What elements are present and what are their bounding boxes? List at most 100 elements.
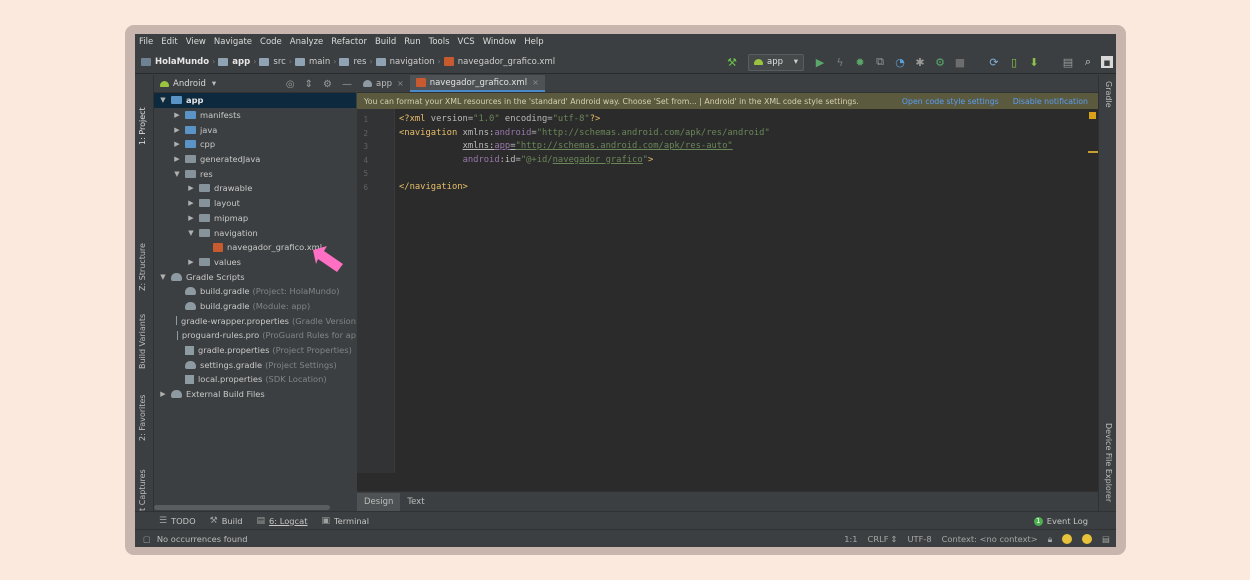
breadcrumb-app[interactable]: app bbox=[232, 57, 250, 67]
context-indicator[interactable]: Context: <no context> bbox=[942, 534, 1038, 544]
code-line-1[interactable]: <?xml version="1.0" encoding="utf-8"?> bbox=[399, 113, 770, 127]
tree-item[interactable]: build.gradle (Project: HolaMundo) bbox=[154, 284, 356, 299]
memory-indicator-icon[interactable]: ▤ bbox=[1102, 534, 1110, 544]
collapsed-arrow-icon[interactable]: ▶ bbox=[172, 140, 182, 148]
tool-structure-tab[interactable]: Z: Structure bbox=[138, 243, 147, 291]
search-icon[interactable]: ⌕ bbox=[1081, 55, 1095, 69]
tab-text[interactable]: Text bbox=[400, 493, 431, 511]
account-icon[interactable]: ▪ bbox=[1101, 56, 1113, 69]
tree-item[interactable]: ▶ cpp bbox=[154, 137, 356, 152]
tab-navegador-grafico[interactable]: navegador_grafico.xml × bbox=[409, 75, 545, 92]
stop-icon[interactable]: ■ bbox=[953, 55, 967, 69]
tab-app[interactable]: app × bbox=[357, 75, 410, 92]
open-code-style-settings-link[interactable]: Open code style settings bbox=[902, 97, 999, 106]
tree-item[interactable]: ▼ app bbox=[154, 93, 356, 108]
code-line-3[interactable]: xmlns:app="http://schemas.android.com/ap… bbox=[399, 140, 770, 154]
menu-run[interactable]: Run bbox=[404, 37, 420, 47]
logcat-tool-button[interactable]: ▤ 6: Logcat bbox=[257, 516, 308, 526]
terminal-tool-button[interactable]: ▣ Terminal bbox=[321, 516, 369, 526]
code-line-6[interactable]: </navigation> bbox=[399, 181, 770, 195]
tree-item[interactable]: ▶ java bbox=[154, 122, 356, 137]
collapsed-arrow-icon[interactable]: ▶ bbox=[186, 184, 196, 192]
collapsed-arrow-icon[interactable]: ▶ bbox=[186, 199, 196, 207]
breadcrumb-navigation[interactable]: navigation bbox=[390, 57, 435, 67]
collapsed-arrow-icon[interactable]: ▶ bbox=[172, 155, 182, 163]
menu-edit[interactable]: Edit bbox=[161, 37, 177, 47]
tool-build-variants-tab[interactable]: Build Variants bbox=[138, 314, 147, 369]
run-configuration-select[interactable]: app ▾ bbox=[748, 53, 804, 71]
breadcrumb-file[interactable]: navegador_grafico.xml bbox=[458, 57, 555, 67]
debug-icon[interactable]: ✹ bbox=[853, 55, 867, 69]
todo-tool-button[interactable]: ☰ TODO bbox=[159, 516, 196, 526]
coverage-icon[interactable]: ✱ bbox=[913, 55, 927, 69]
panel-toggle-icon[interactable]: ▢ bbox=[143, 534, 151, 544]
sync-gradle-icon[interactable]: ⟳ bbox=[987, 55, 1001, 69]
build-tool-button[interactable]: ⚒ Build bbox=[210, 516, 243, 526]
lock-icon[interactable]: 🔒︎ bbox=[1048, 534, 1052, 545]
file-encoding[interactable]: UTF-8 bbox=[907, 534, 931, 544]
code-line-5[interactable] bbox=[399, 167, 770, 181]
apply-changes-icon[interactable]: ϟ bbox=[833, 55, 847, 69]
locate-file-icon[interactable]: ◎ bbox=[286, 79, 295, 90]
tree-item[interactable]: gradle.properties (Project Properties) bbox=[154, 343, 356, 358]
breadcrumb-main[interactable]: main bbox=[309, 57, 330, 67]
tool-project-tab[interactable]: 1: Project bbox=[138, 107, 147, 145]
tool-device-file-explorer-tab[interactable]: Device File Explorer bbox=[1104, 423, 1113, 502]
tree-item[interactable]: ▶ drawable bbox=[154, 181, 356, 196]
tree-item[interactable]: ▶ manifests bbox=[154, 108, 356, 123]
caret-position[interactable]: 1:1 bbox=[844, 534, 857, 544]
scrollbar-thumb[interactable] bbox=[154, 505, 330, 510]
happy-face-icon[interactable] bbox=[1062, 534, 1073, 544]
sdk-manager-icon[interactable]: ⬇ bbox=[1027, 55, 1041, 69]
tool-gradle-tab[interactable]: Gradle bbox=[1104, 81, 1113, 108]
tree-item[interactable]: ▼ res bbox=[154, 166, 356, 181]
expanded-arrow-icon[interactable]: ▼ bbox=[186, 229, 196, 237]
menu-window[interactable]: Window bbox=[483, 37, 517, 47]
expanded-arrow-icon[interactable]: ▼ bbox=[158, 96, 168, 104]
hammer-icon[interactable]: ⚒ bbox=[725, 55, 739, 69]
menu-code[interactable]: Code bbox=[260, 37, 282, 47]
warning-stripe-marker[interactable] bbox=[1088, 151, 1098, 153]
expanded-arrow-icon[interactable]: ▼ bbox=[158, 273, 168, 281]
menu-file[interactable]: File bbox=[139, 37, 153, 47]
breadcrumb-res[interactable]: res bbox=[353, 57, 366, 67]
menu-help[interactable]: Help bbox=[524, 37, 543, 47]
tree-item[interactable]: ▶ generatedJava bbox=[154, 152, 356, 167]
expanded-arrow-icon[interactable]: ▼ bbox=[172, 170, 182, 178]
tree-item[interactable]: ▼ navigation bbox=[154, 225, 356, 240]
horizontal-scrollbar[interactable] bbox=[154, 503, 356, 511]
disable-notification-link[interactable]: Disable notification bbox=[1013, 97, 1088, 106]
project-structure-icon[interactable]: ▤ bbox=[1061, 55, 1075, 69]
attach-debugger-icon[interactable]: ⧉ bbox=[873, 55, 887, 69]
collapsed-arrow-icon[interactable]: ▶ bbox=[186, 258, 196, 266]
gear-icon[interactable]: ⚙ bbox=[323, 79, 332, 90]
tree-item[interactable]: ▶ mipmap bbox=[154, 211, 356, 226]
code-editor[interactable]: <?xml version="1.0" encoding="utf-8"?> <… bbox=[399, 109, 770, 194]
breadcrumb-src[interactable]: src bbox=[273, 57, 285, 67]
tree-item[interactable]: local.properties (SDK Location) bbox=[154, 372, 356, 387]
menu-navigate[interactable]: Navigate bbox=[214, 37, 252, 47]
menu-view[interactable]: View bbox=[186, 37, 206, 47]
hide-panel-icon[interactable]: — bbox=[342, 79, 352, 90]
menu-build[interactable]: Build bbox=[375, 37, 396, 47]
tree-item[interactable]: settings.gradle (Project Settings) bbox=[154, 357, 356, 372]
menu-tools[interactable]: Tools bbox=[429, 37, 450, 47]
code-line-2[interactable]: <navigation xmlns:android="http://schema… bbox=[399, 127, 770, 141]
close-icon[interactable]: × bbox=[532, 78, 539, 87]
tree-item[interactable]: ▶ External Build Files bbox=[154, 387, 356, 402]
attach-process-icon[interactable]: ⚙ bbox=[933, 55, 947, 69]
menu-refactor[interactable]: Refactor bbox=[331, 37, 367, 47]
tree-item[interactable]: gradle-wrapper.properties (Gradle Version bbox=[154, 313, 356, 328]
tool-favorites-tab[interactable]: 2: Favorites bbox=[138, 395, 147, 441]
tree-item[interactable]: proguard-rules.pro (ProGuard Rules for ap bbox=[154, 328, 356, 343]
menu-analyze[interactable]: Analyze bbox=[290, 37, 324, 47]
close-icon[interactable]: × bbox=[397, 79, 404, 88]
tree-item[interactable]: build.gradle (Module: app) bbox=[154, 299, 356, 314]
line-separator[interactable]: CRLF bbox=[868, 534, 889, 544]
collapsed-arrow-icon[interactable]: ▶ bbox=[186, 214, 196, 222]
run-icon[interactable]: ▶ bbox=[813, 55, 827, 69]
avd-manager-icon[interactable]: ▯ bbox=[1007, 55, 1021, 69]
menu-vcs[interactable]: VCS bbox=[458, 37, 475, 47]
sad-face-icon[interactable] bbox=[1082, 534, 1093, 544]
collapsed-arrow-icon[interactable]: ▶ bbox=[172, 111, 182, 119]
